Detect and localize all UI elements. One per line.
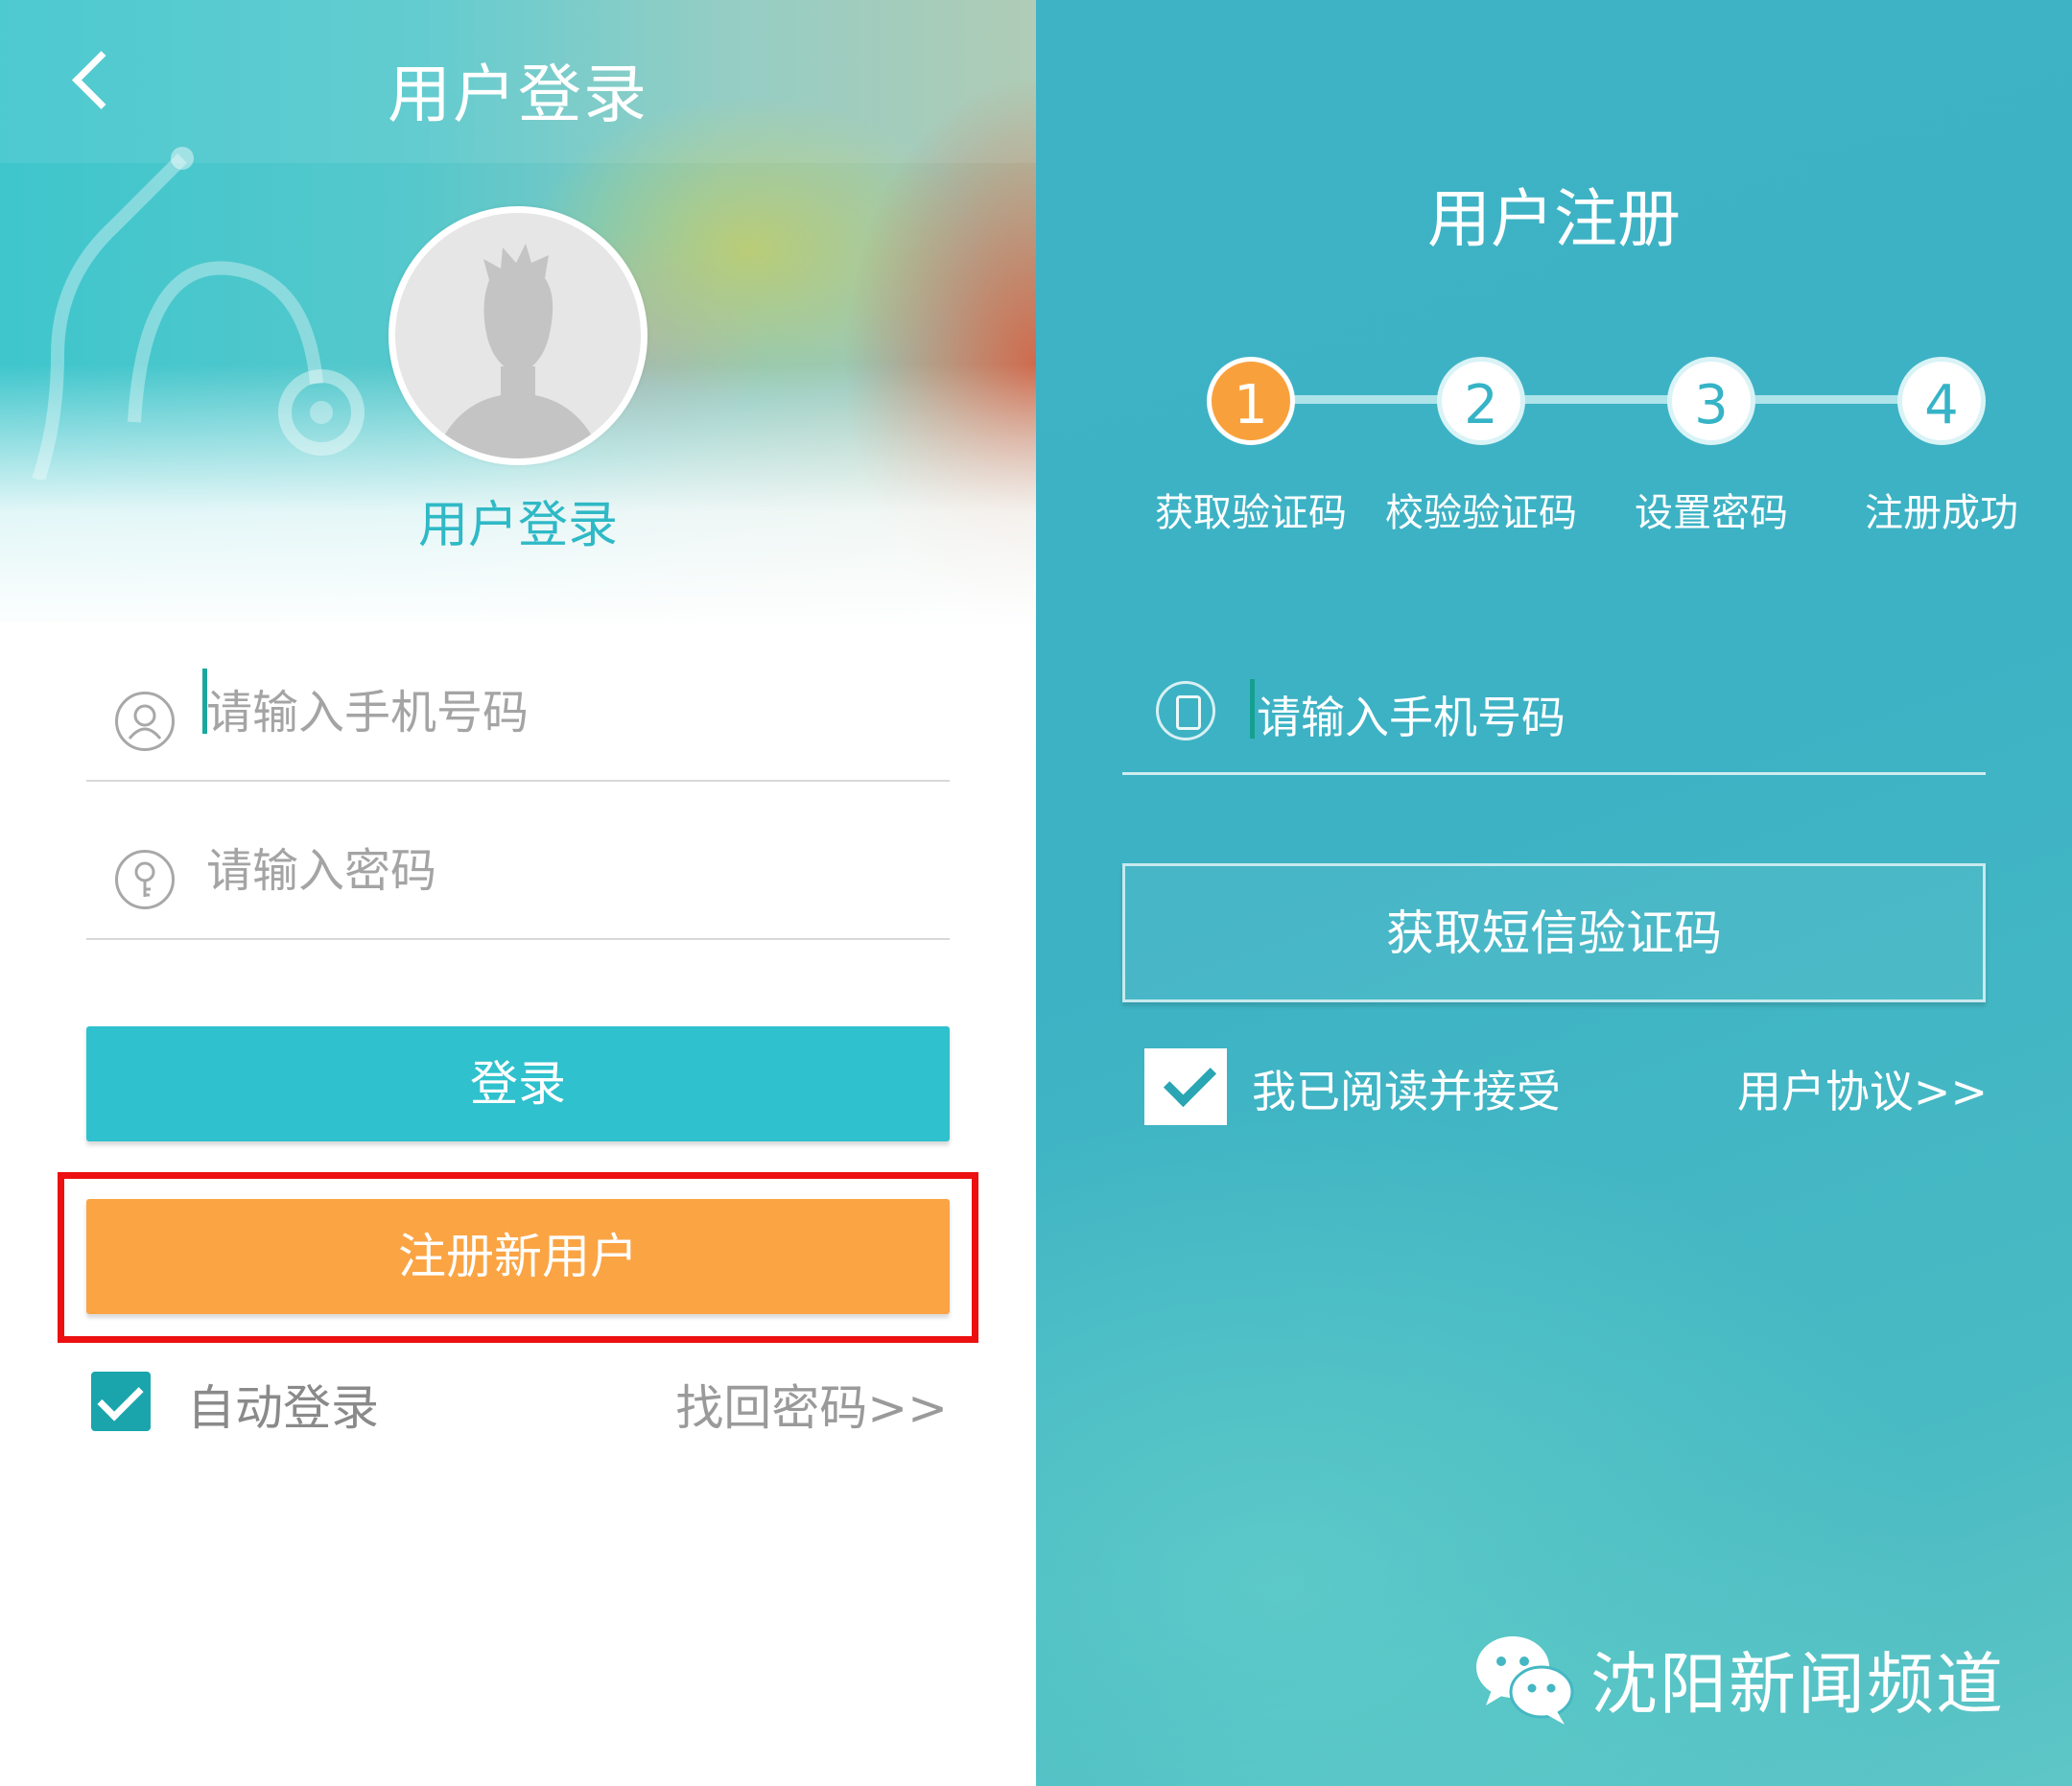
agree-checkbox[interactable] [1144,1048,1227,1125]
text-cursor [1250,679,1255,739]
wechat-icon [1476,1636,1574,1725]
forgot-password-link[interactable]: 找回密码>> [675,1370,948,1439]
phone-placeholder: 请输入手机号码 [206,686,530,740]
get-sms-code-button[interactable]: 获取短信验证码 [1122,863,1986,1002]
step-3-label: 设置密码 [1635,491,1788,535]
auto-login-checkbox[interactable] [91,1372,151,1431]
page-title: 用户登录 [388,58,648,131]
key-icon [115,850,175,909]
step-1-indicator: 1 [1207,357,1295,445]
step-4-indicator: 4 [1897,357,1986,445]
register-phone-field[interactable]: 请输入手机号码 [1122,662,1986,775]
register-button[interactable]: 注册新用户 [86,1199,950,1314]
step-3-indicator: 3 [1667,357,1755,445]
user-agreement-link[interactable]: 用户协议>> [1737,1057,1988,1120]
avatar-caption: 用户登录 [417,497,618,554]
password-placeholder: 请输入密码 [206,844,437,898]
login-screen: 用户登录 用户登录 请输入手机号码 请输入密码 登录 注册新用户 自动登录 找回… [0,0,1036,1786]
login-button[interactable]: 登录 [86,1026,950,1141]
step-2-indicator: 2 [1437,357,1525,445]
phone-field[interactable]: 请输入手机号码 [86,647,950,782]
register-title: 用户注册 [1427,182,1681,256]
step-4-label: 注册成功 [1865,491,2018,535]
step-1-label: 获取验证码 [1155,491,1347,535]
password-field[interactable]: 请输入密码 [86,806,950,940]
agree-label: 我已阅读并接受 [1252,1066,1561,1117]
register-screen: 用户注册 1 2 3 4 获取验证码 校验验证码 设置密码 注册成功 请输入手机… [1036,0,2072,1786]
auto-login-label: 自动登录 [187,1380,379,1436]
avatar[interactable] [388,206,648,465]
user-icon [115,692,175,751]
phone-icon [1156,681,1215,740]
step-2-label: 校验验证码 [1385,491,1577,535]
user-silhouette-icon [434,244,602,458]
register-phone-placeholder: 请输入手机号码 [1257,692,1566,743]
step-connector [1247,395,1957,404]
watermark-text: 沈阳新闻频道 [1590,1645,2005,1724]
